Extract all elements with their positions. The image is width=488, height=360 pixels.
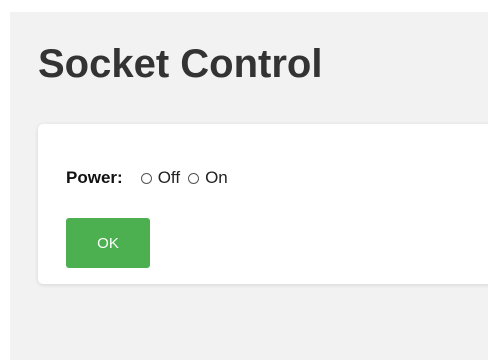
power-on-radio[interactable]: On: [188, 168, 228, 188]
page-title: Socket Control: [38, 42, 323, 86]
power-label: Power:: [66, 168, 123, 187]
power-off-label[interactable]: Off: [158, 168, 180, 188]
control-card: Power: Off On OK: [38, 124, 488, 284]
power-row: Power: Off On: [66, 166, 236, 190]
ok-button[interactable]: OK: [66, 218, 150, 268]
radio-circle-icon[interactable]: [188, 172, 200, 184]
power-off-radio[interactable]: Off: [140, 168, 180, 188]
page-background: Socket Control Power: Off On OK: [10, 12, 488, 360]
power-on-label[interactable]: On: [205, 168, 228, 188]
radio-circle-icon[interactable]: [140, 172, 152, 184]
